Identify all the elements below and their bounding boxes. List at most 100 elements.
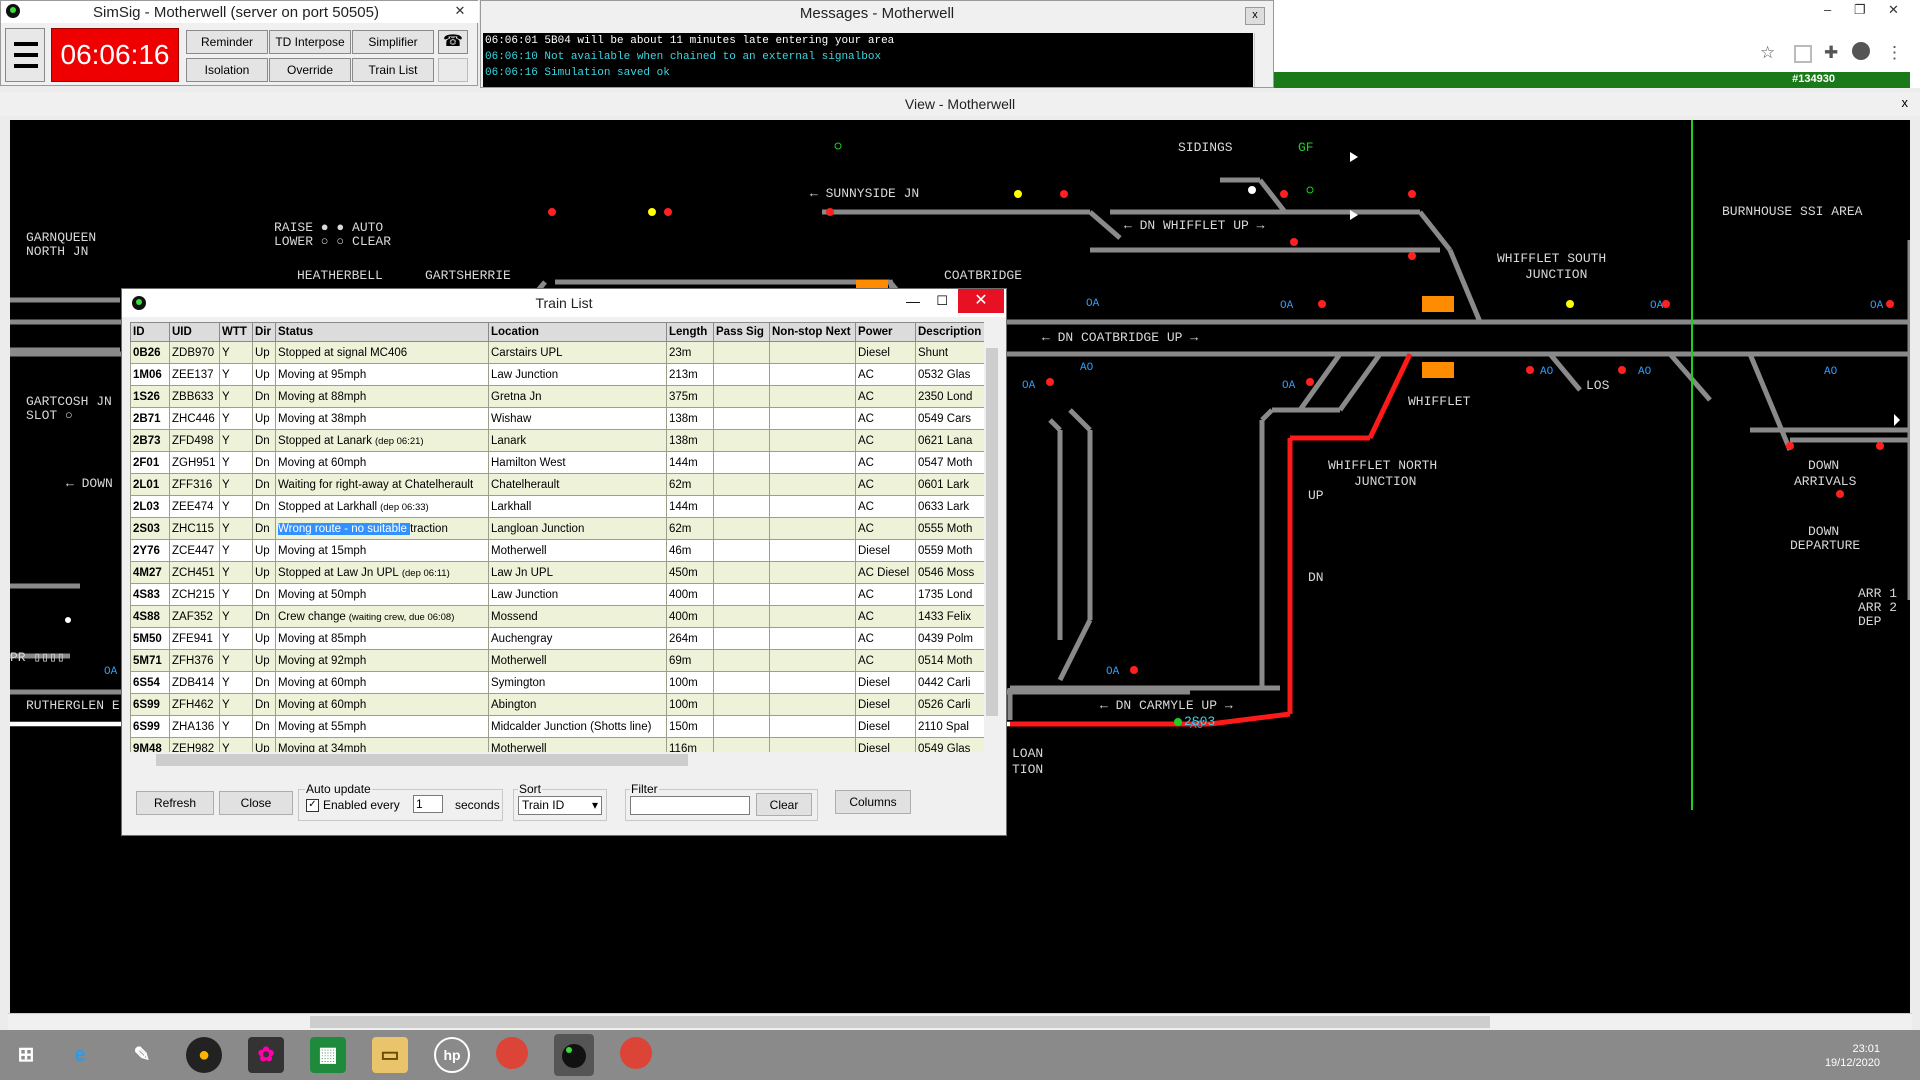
cell-location: Midcalder Junction (Shotts line) bbox=[488, 715, 667, 738]
table-row[interactable]: 1M06 ZEE137 Y Up Moving at 95mph Law Junction… bbox=[130, 363, 986, 386]
settings-app-icon[interactable]: ✎ bbox=[124, 1037, 160, 1073]
extension-icon[interactable]: ✚ bbox=[1824, 43, 1838, 63]
column-header-id[interactable]: ID bbox=[130, 322, 170, 342]
table-row[interactable]: 2L01 ZFF316 Y Dn Waiting for right-away at C… bbox=[130, 473, 986, 496]
scrollbar-thumb[interactable] bbox=[156, 754, 688, 766]
cell-pass-sig bbox=[713, 539, 770, 562]
table-row[interactable]: 2Y76 ZCE447 Y Up Moving at 15mph Motherwell 46… bbox=[130, 539, 986, 562]
cell-id: 0B26 bbox=[130, 341, 170, 364]
browser-close-button[interactable]: ✕ bbox=[1888, 2, 1899, 18]
table-row[interactable]: 2B71 ZHC446 Y Up Moving at 38mph Wishaw 138m AC… bbox=[130, 407, 986, 430]
table-row[interactable]: 4M27 ZCH451 Y Up Stopped at Law Jn UPL (dep 0… bbox=[130, 561, 986, 584]
override-button[interactable]: Override bbox=[269, 58, 351, 82]
windows-start-icon[interactable]: ⊞ bbox=[8, 1037, 44, 1073]
filter-input[interactable] bbox=[630, 796, 750, 815]
table-row[interactable]: 5M50 ZFE941 Y Up Moving at 85mph Auchengray 26… bbox=[130, 627, 986, 650]
secondary-phone-button[interactable] bbox=[438, 58, 468, 82]
maximize-button[interactable]: ☐ bbox=[936, 293, 948, 309]
table-row[interactable]: 4S83 ZCH215 Y Dn Moving at 50mph Law Junction… bbox=[130, 583, 986, 606]
browser-restore-button[interactable]: ❐ bbox=[1854, 2, 1866, 18]
seconds-spinner[interactable]: 1 bbox=[413, 795, 443, 813]
column-header-dir[interactable]: Dir bbox=[252, 322, 276, 342]
chrome-icon[interactable] bbox=[496, 1037, 528, 1069]
chrome-icon[interactable] bbox=[620, 1037, 652, 1069]
view-horizontal-scrollbar[interactable] bbox=[8, 1013, 1912, 1031]
view-window-close-button[interactable]: x bbox=[1902, 95, 1909, 110]
column-header-uid[interactable]: UID bbox=[169, 322, 220, 342]
paint-app-icon[interactable]: ✿ bbox=[248, 1037, 284, 1073]
store-app-icon[interactable]: ▦ bbox=[310, 1037, 346, 1073]
close-window-button[interactable]: ✕ bbox=[958, 289, 1004, 313]
browser-minimize-button[interactable]: – bbox=[1824, 2, 1831, 17]
cell-dir: Dn bbox=[252, 517, 276, 540]
isolation-button[interactable]: Isolation bbox=[186, 58, 268, 82]
cell-dir: Dn bbox=[252, 473, 276, 496]
cell-dir: Dn bbox=[252, 385, 276, 408]
table-row[interactable]: 4S88 ZAF352 Y Dn Crew change (waiting crew, d… bbox=[130, 605, 986, 628]
column-header-description[interactable]: Description bbox=[915, 322, 986, 342]
sort-select[interactable]: Train ID ▾ bbox=[518, 796, 602, 815]
table-row[interactable]: 2L03 ZEE474 Y Dn Stopped at Larkhall (dep 06:… bbox=[130, 495, 986, 518]
cell-id: 4S83 bbox=[130, 583, 170, 606]
status-text: traction bbox=[410, 522, 448, 535]
simsig-taskbar-icon[interactable] bbox=[554, 1034, 594, 1076]
table-row[interactable]: 2S03 ZHC115 Y Dn Wrong route - no suitable t… bbox=[130, 517, 986, 540]
status-text: Stopped at signal MC406 bbox=[278, 346, 408, 359]
train-description-2s03[interactable]: 2S03 bbox=[1184, 714, 1215, 729]
scrollbar-thumb[interactable] bbox=[986, 348, 998, 716]
cell-id: 2B71 bbox=[130, 407, 170, 430]
control-window-close-button[interactable]: ✕ bbox=[447, 3, 473, 20]
view-label: LOS bbox=[1586, 378, 1610, 393]
cell-id: 6S54 bbox=[130, 671, 170, 694]
file-explorer-icon[interactable]: ▭ bbox=[372, 1037, 408, 1073]
refresh-button[interactable]: Refresh bbox=[136, 791, 214, 815]
table-row[interactable]: 6S99 ZFH462 Y Dn Moving at 60mph Abington 100m… bbox=[130, 693, 986, 716]
star-icon[interactable]: ☆ bbox=[1760, 43, 1775, 63]
td-interpose-button[interactable]: TD Interpose bbox=[269, 30, 351, 54]
table-row[interactable]: 6S54 ZDB414 Y Dn Moving at 60mph Symington 100… bbox=[130, 671, 986, 694]
kebab-icon[interactable]: ⋮ bbox=[1886, 43, 1903, 63]
table-vertical-scrollbar[interactable] bbox=[984, 322, 1000, 752]
simulation-clock[interactable]: 06:06:16 bbox=[51, 28, 179, 82]
minimize-button[interactable]: — bbox=[906, 293, 920, 309]
telephone-button[interactable]: ☎ bbox=[438, 30, 468, 54]
table-row[interactable]: 0B26 ZDB970 Y Up Stopped at signal MC406 Cars… bbox=[130, 341, 986, 364]
media-app-icon[interactable]: ● bbox=[186, 1037, 222, 1073]
page-icon[interactable] bbox=[1794, 45, 1812, 63]
column-header-wtt[interactable]: WTT bbox=[219, 322, 253, 342]
messages-close-button[interactable]: x bbox=[1245, 7, 1265, 25]
auto-update-checkbox[interactable]: ✓ bbox=[306, 799, 319, 812]
internet-explorer-icon[interactable]: e bbox=[62, 1037, 98, 1073]
train-list-button[interactable]: Train List bbox=[352, 58, 434, 82]
columns-button[interactable]: Columns bbox=[835, 790, 911, 814]
table-horizontal-scrollbar[interactable] bbox=[130, 752, 984, 768]
column-header-status[interactable]: Status bbox=[275, 322, 489, 342]
cell-pass-sig bbox=[713, 561, 770, 584]
table-row[interactable]: 1S26 ZBB633 Y Dn Moving at 88mph Gretna Jn 375… bbox=[130, 385, 986, 408]
cell-non-stop-next bbox=[769, 649, 856, 672]
simplifier-button[interactable]: Simplifier bbox=[352, 30, 434, 54]
column-header-location[interactable]: Location bbox=[488, 322, 667, 342]
messages-log[interactable]: 06:06:01 5B04 will be about 11 minutes l… bbox=[483, 33, 1253, 87]
profile-icon[interactable] bbox=[1852, 42, 1870, 60]
table-row[interactable]: 5M71 ZFH376 Y Up Moving at 92mph Motherwell 69… bbox=[130, 649, 986, 672]
column-header-non-stop-next[interactable]: Non-stop Next bbox=[769, 322, 856, 342]
table-row[interactable]: 9M48 ZEH982 Y Up Moving at 34mph Motherwell 11… bbox=[130, 737, 986, 752]
close-button[interactable]: Close bbox=[219, 791, 293, 815]
reminder-button[interactable]: Reminder bbox=[186, 30, 268, 54]
table-row[interactable]: 2B73 ZFD498 Y Dn Stopped at Lanark (dep 06:21… bbox=[130, 429, 986, 452]
sort-select-value: Train ID bbox=[522, 798, 565, 812]
messages-scrollbar[interactable] bbox=[1254, 33, 1271, 87]
hamburger-menu-button[interactable] bbox=[5, 28, 45, 82]
column-header-power[interactable]: Power bbox=[855, 322, 916, 342]
table-row[interactable]: 2F01 ZGH951 Y Dn Moving at 60mph Hamilton Wes… bbox=[130, 451, 986, 474]
scrollbar-thumb[interactable] bbox=[310, 1016, 1490, 1028]
cell-description: 0546 Moss bbox=[915, 561, 986, 584]
cell-uid: ZCH215 bbox=[169, 583, 220, 606]
table-row[interactable]: 6S99 ZHA136 Y Dn Moving at 55mph Midcalder Ju… bbox=[130, 715, 986, 738]
hp-app-icon[interactable]: hp bbox=[434, 1037, 470, 1073]
column-header-length[interactable]: Length bbox=[666, 322, 714, 342]
clear-filter-button[interactable]: Clear bbox=[756, 793, 812, 816]
column-header-pass-sig[interactable]: Pass Sig bbox=[713, 322, 770, 342]
system-clock[interactable]: 23:01 19/12/2020 bbox=[1825, 1042, 1880, 1070]
